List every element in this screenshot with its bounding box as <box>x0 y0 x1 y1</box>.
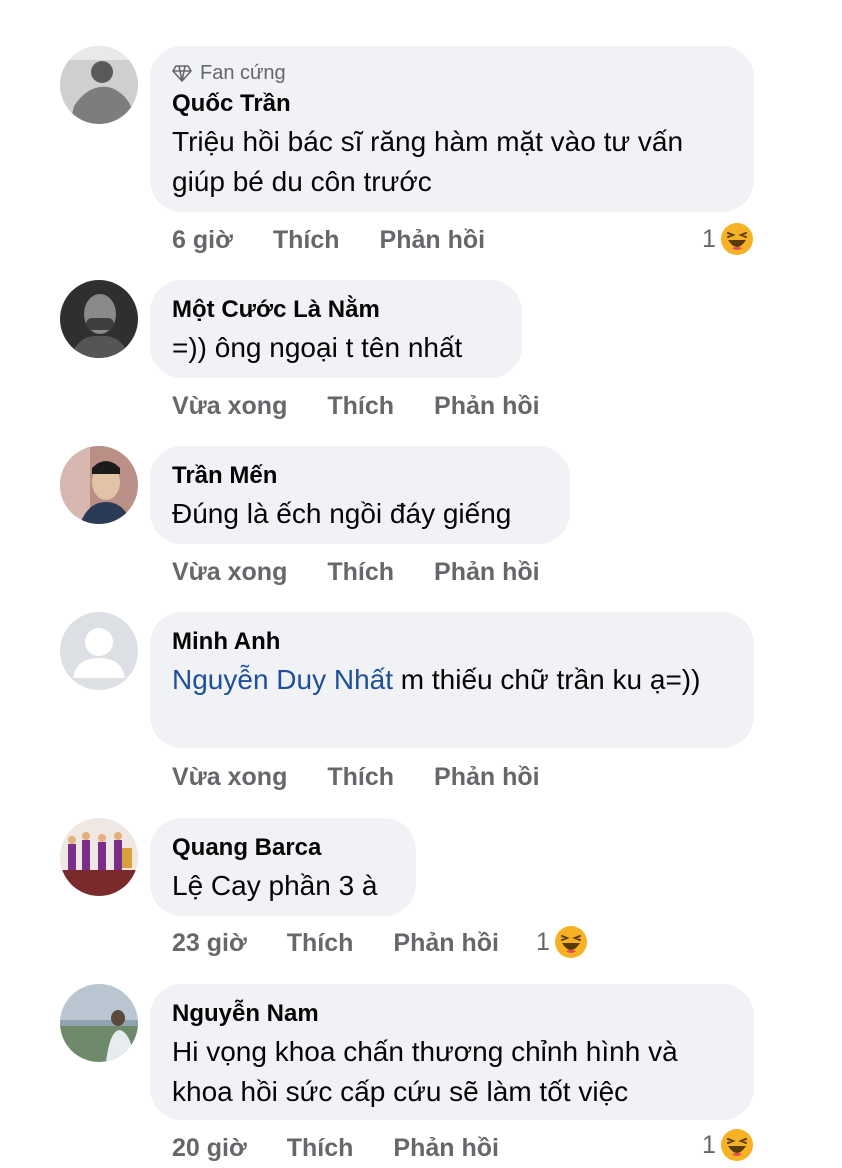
badge-label: Fan cứng <box>200 61 286 84</box>
comment-actions: 6 giờ Thích Phản hồi <box>172 223 525 257</box>
comment-actions: 20 giờ Thích Phản hồi <box>172 1131 539 1165</box>
fan-badge: Fan cứng <box>172 60 730 86</box>
reaction-summary[interactable]: 1 <box>536 925 588 959</box>
timestamp[interactable]: 6 giờ <box>172 226 233 255</box>
reply-button[interactable]: Phản hồi <box>380 226 486 255</box>
reply-button[interactable]: Phản hồi <box>434 558 540 587</box>
timestamp[interactable]: Vừa xong <box>172 763 287 792</box>
avatar[interactable] <box>60 46 138 124</box>
haha-emoji-icon <box>720 1129 753 1161</box>
timestamp[interactable]: 23 giờ <box>172 929 247 958</box>
comment-actions: Vừa xong Thích Phản hồi <box>172 389 580 423</box>
like-button[interactable]: Thích <box>273 226 340 255</box>
timestamp[interactable]: 20 giờ <box>172 1134 247 1163</box>
like-button[interactable]: Thích <box>327 558 394 587</box>
comment-bubble: Trần Mến Đúng là ếch ngồi đáy giếng <box>150 446 570 544</box>
like-button[interactable]: Thích <box>287 929 354 958</box>
comment-text: Hi vọng khoa chấn thương chỉnh hình và k… <box>172 1036 678 1107</box>
comment-bubble: Fan cứng Quốc Trần Triệu hồi bác sĩ răng… <box>150 46 754 212</box>
haha-emoji-icon <box>554 926 587 958</box>
commenter-name[interactable]: Quang Barca <box>172 832 392 864</box>
comment-text: =)) ông ngoại t tên nhất <box>172 332 463 363</box>
comment-text: Lệ Cay phần 3 à <box>172 870 378 901</box>
commenter-name[interactable]: Quốc Trần <box>172 88 730 120</box>
timestamp[interactable]: Vừa xong <box>172 392 287 421</box>
comment-bubble: Nguyễn Nam Hi vọng khoa chấn thương chỉn… <box>150 984 754 1120</box>
comment-actions: Vừa xong Thích Phản hồi <box>172 555 580 589</box>
avatar[interactable] <box>60 818 138 896</box>
avatar[interactable] <box>60 280 138 358</box>
timestamp[interactable]: Vừa xong <box>172 558 287 587</box>
commenter-name[interactable]: Minh Anh <box>172 626 730 658</box>
avatar[interactable] <box>60 446 138 524</box>
reaction-summary[interactable]: 1 <box>702 1128 754 1162</box>
like-button[interactable]: Thích <box>327 763 394 792</box>
haha-emoji-icon <box>720 223 753 255</box>
reply-button[interactable]: Phản hồi <box>434 763 540 792</box>
reaction-count: 1 <box>536 927 550 956</box>
reaction-summary[interactable]: 1 <box>702 222 754 256</box>
mention-link[interactable]: Nguyễn Duy Nhất <box>172 664 393 695</box>
reaction-count: 1 <box>702 224 716 253</box>
comment-text: Đúng là ếch ngồi đáy giếng <box>172 498 512 529</box>
commenter-name[interactable]: Nguyễn Nam <box>172 998 730 1030</box>
reply-button[interactable]: Phản hồi <box>393 1134 499 1163</box>
comment-text: Triệu hồi bác sĩ răng hàm mặt vào tư vấn… <box>172 126 684 197</box>
comment-actions: 23 giờ Thích Phản hồi <box>172 926 539 960</box>
comment-text-rest: m thiếu chữ trần ku ạ=)) <box>393 664 701 695</box>
like-button[interactable]: Thích <box>287 1134 354 1163</box>
comment-bubble: Minh Anh Nguyễn Duy Nhất m thiếu chữ trầ… <box>150 612 754 748</box>
commenter-name[interactable]: Một Cước Là Nằm <box>172 294 498 326</box>
avatar[interactable] <box>60 612 138 690</box>
comment-bubble: Quang Barca Lệ Cay phần 3 à <box>150 818 416 916</box>
comment-actions: Vừa xong Thích Phản hồi <box>172 760 580 794</box>
comment-text: Nguyễn Duy Nhất m thiếu chữ trần ku ạ=)) <box>172 660 730 700</box>
comment-bubble: Một Cước Là Nằm =)) ông ngoại t tên nhất <box>150 280 522 378</box>
commenter-name[interactable]: Trần Mến <box>172 460 546 492</box>
reply-button[interactable]: Phản hồi <box>434 392 540 421</box>
reaction-count: 1 <box>702 1130 716 1159</box>
like-button[interactable]: Thích <box>327 392 394 421</box>
avatar[interactable] <box>60 984 138 1062</box>
diamond-icon <box>172 65 192 82</box>
reply-button[interactable]: Phản hồi <box>393 929 499 958</box>
